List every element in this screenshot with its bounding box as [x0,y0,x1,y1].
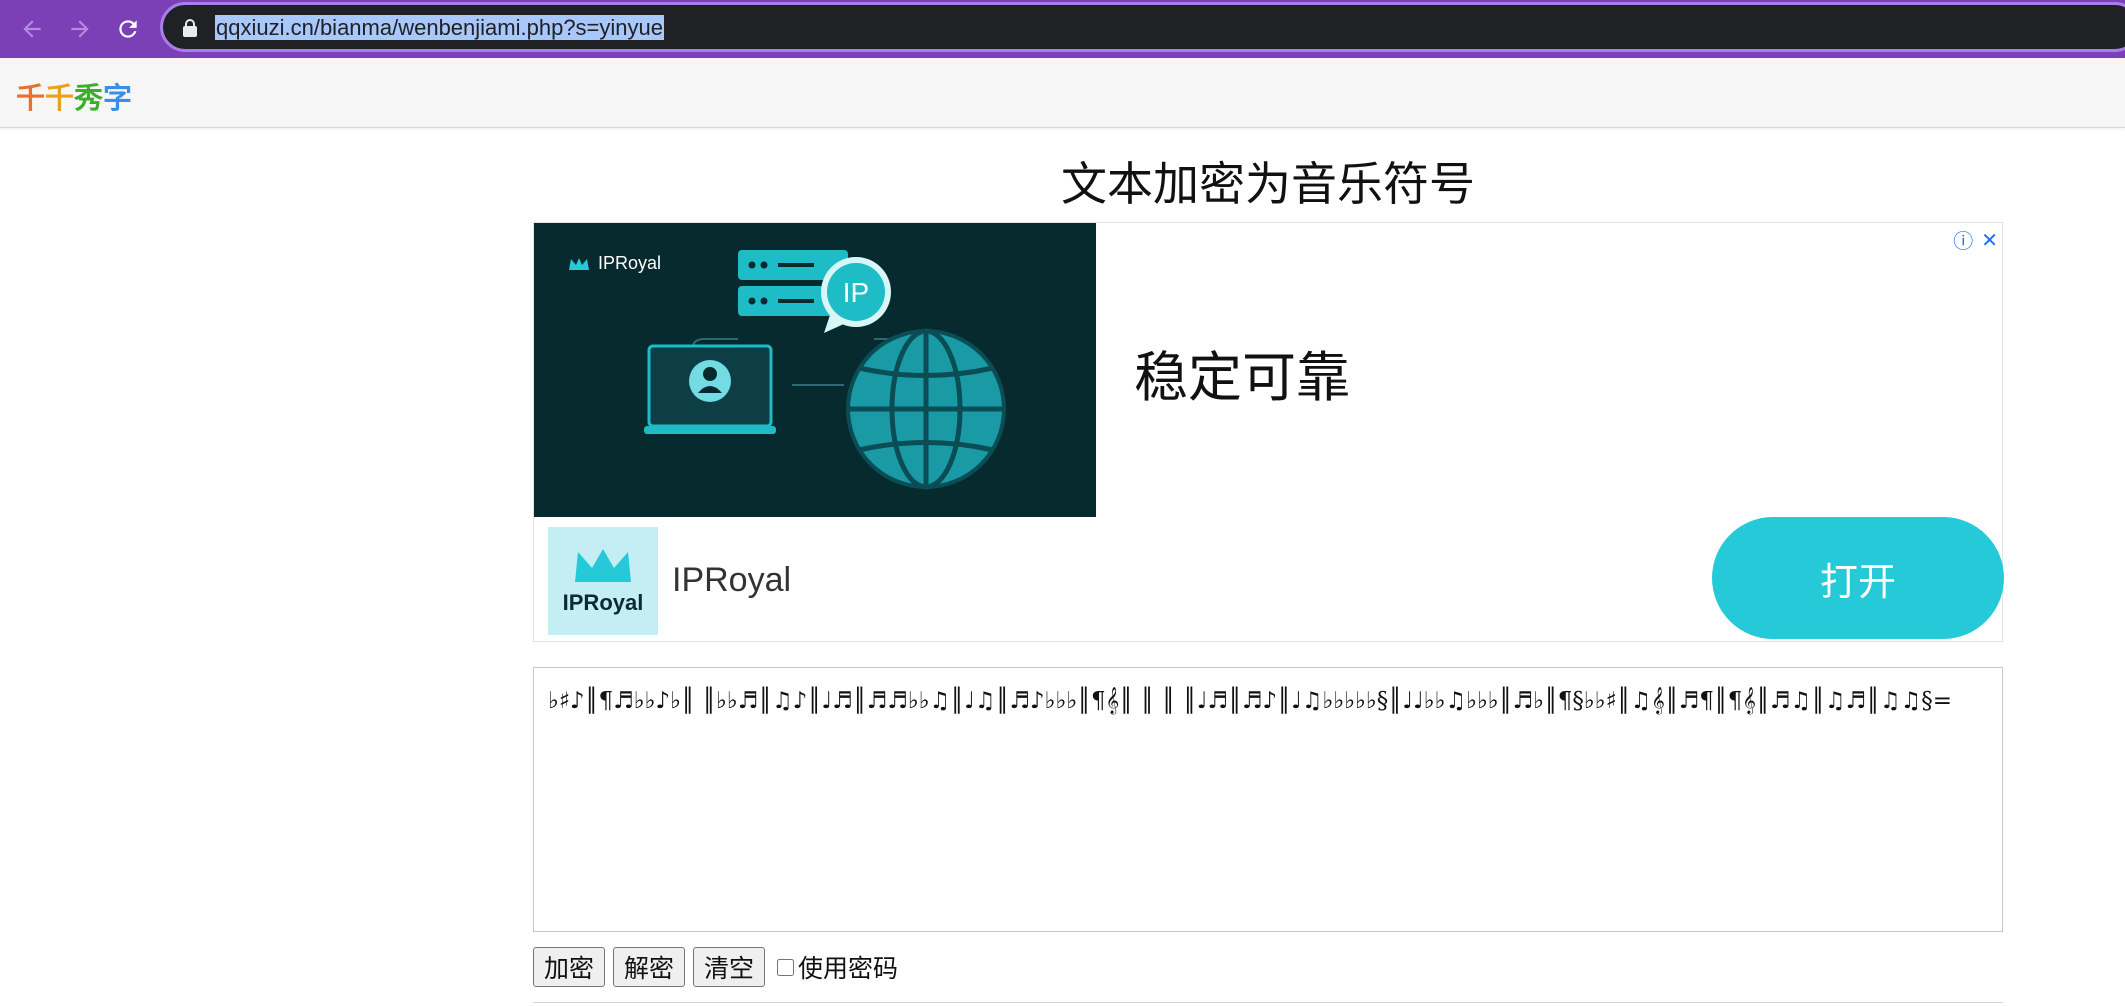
use-password-option[interactable]: 使用密码 [777,949,898,985]
ad-logo[interactable]: IPRoyal [548,527,658,635]
encrypt-button[interactable]: 加密 [533,947,606,987]
page-title: 文本加密为音乐符号 [1061,157,1475,211]
ad-brand-small-text: IPRoyal [598,253,662,273]
crown-icon [575,549,631,582]
reload-button[interactable] [108,9,148,49]
browser-toolbar: qqxiuzi.cn/bianma/wenbenjiami.php?s=yiny… [0,0,2125,58]
use-password-label: 使用密码 [798,954,899,983]
ad-footer: IPRoyal IPRoyal 打开 [534,517,2004,641]
logo-char: 字 [103,81,133,115]
arrow-right-icon [71,20,89,38]
logo-char: 秀 [74,81,104,115]
address-bar[interactable]: qqxiuzi.cn/bianma/wenbenjiami.php?s=yiny… [160,2,2125,52]
reload-icon [119,20,137,38]
ad-brand-small: IPRoyal [568,253,661,274]
ad-headline[interactable]: 稳定可靠 [1134,333,1350,412]
ad-image[interactable]: IP IPRoyal [534,223,1096,517]
action-bar: 加密 解密 清空 使用密码 [533,947,898,987]
ad-advertiser-name[interactable]: IPRoyal [672,561,791,600]
forward-button[interactable] [60,9,100,49]
site-header: 千千秀字 [0,58,2125,128]
logo-char: 千 [16,81,46,115]
ad-logo-text: IPRoyal [562,590,644,615]
ad-open-button[interactable]: 打开 [1712,517,2004,639]
info-icon[interactable]: ⓘ [1953,225,1973,254]
use-password-checkbox[interactable] [777,958,795,976]
arrow-left-icon [23,20,41,38]
logo-char: 千 [45,81,75,115]
ad-banner[interactable]: IP IPRoyal 稳定可靠 ⓘ ✕ IPRoyal IPRoyal 打开 [533,222,2004,642]
close-icon[interactable]: ✕ [1981,228,1998,252]
lock-icon [183,19,197,37]
decrypt-button[interactable]: 解密 [613,947,686,987]
ad-badge-text: IP [843,277,869,308]
ad-controls: ⓘ ✕ [1953,225,1998,254]
cipher-textarea[interactable]: ♭♯♪║¶♬♭♭♪♭║ ║♭♭♬║♫♪║♩♬║♬♬♭♭♫║♩♫║♬♪♭♭♭║¶𝄞… [533,667,2003,932]
url-text: qqxiuzi.cn/bianma/wenbenjiami.php?s=yiny… [215,15,664,40]
divider [533,1002,2003,1003]
crown-icon [569,257,589,270]
site-logo[interactable]: 千千秀字 [16,75,132,117]
back-button[interactable] [12,9,52,49]
clear-button[interactable]: 清空 [693,947,766,987]
